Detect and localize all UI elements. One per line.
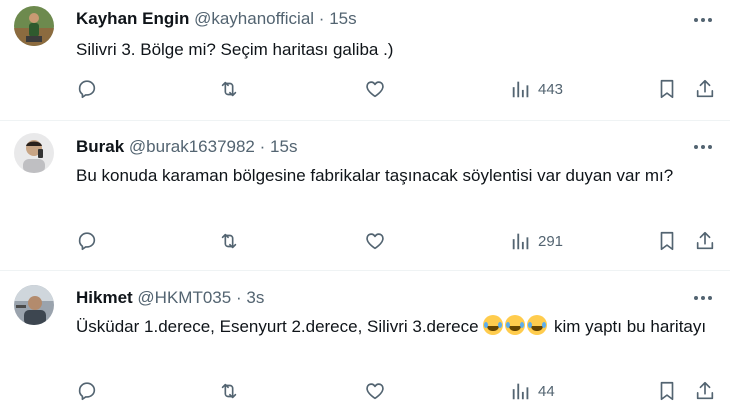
more-dots-icon[interactable] bbox=[692, 288, 714, 308]
retweet-icon bbox=[221, 81, 237, 97]
views-chart-icon bbox=[512, 81, 529, 98]
share-button[interactable] bbox=[694, 229, 716, 253]
share-button[interactable] bbox=[694, 77, 716, 101]
retweet-button[interactable] bbox=[218, 77, 240, 101]
views-chart-icon bbox=[512, 383, 529, 400]
tweet[interactable]: Burak @burak1637982 · 15s Bu konuda kara… bbox=[0, 120, 730, 270]
avatar[interactable] bbox=[14, 285, 54, 325]
retweet-button[interactable] bbox=[218, 229, 240, 253]
like-button[interactable] bbox=[364, 77, 386, 101]
separator-dot: · bbox=[235, 288, 242, 307]
face-with-tears-of-joy-emoji bbox=[483, 315, 504, 335]
tweet-text-part: Üsküdar 1.derece, Esenyurt 2.derece, Sil… bbox=[76, 317, 484, 336]
user-handle[interactable]: @kayhanofficial bbox=[194, 9, 314, 28]
heart-icon bbox=[366, 81, 384, 98]
display-name[interactable]: Kayhan Engin bbox=[76, 9, 189, 28]
avatar[interactable] bbox=[14, 6, 54, 46]
share-icon bbox=[696, 381, 714, 400]
bookmark-icon bbox=[660, 79, 674, 99]
retweet-button[interactable] bbox=[218, 379, 240, 403]
reply-icon bbox=[78, 382, 96, 401]
share-icon bbox=[696, 79, 714, 98]
separator-dot: · bbox=[259, 137, 266, 156]
tweet-actions: 443 bbox=[76, 77, 726, 101]
share-button[interactable] bbox=[694, 379, 716, 403]
retweet-icon bbox=[221, 233, 237, 249]
tweet[interactable]: Hikmet @HKMT035 · 3s Üsküdar 1.derece, E… bbox=[0, 270, 730, 420]
bookmark-icon bbox=[660, 381, 674, 401]
tweet-text-part: kim yaptı bu haritayı bbox=[549, 317, 707, 336]
reply-icon bbox=[78, 232, 96, 251]
bookmark-button[interactable] bbox=[656, 229, 678, 253]
tweet-text: Bu konuda karaman bölgesine fabrikalar t… bbox=[76, 166, 674, 185]
tweet[interactable]: Kayhan Engin @kayhanofficial · 15s Siliv… bbox=[0, 0, 730, 120]
avatar[interactable] bbox=[14, 133, 54, 173]
reply-button[interactable] bbox=[76, 77, 98, 101]
tweet-actions: 44 bbox=[76, 379, 726, 403]
bookmark-button[interactable] bbox=[656, 77, 678, 101]
more-dots-icon[interactable] bbox=[692, 137, 714, 157]
reply-button[interactable] bbox=[76, 379, 98, 403]
heart-icon bbox=[366, 233, 384, 250]
tweet-header: Hikmet @HKMT035 · 3s bbox=[76, 288, 264, 308]
face-with-tears-of-joy-emoji bbox=[505, 315, 526, 335]
views-chart-icon bbox=[512, 233, 529, 250]
views-button[interactable]: 44 bbox=[510, 379, 555, 403]
timestamp[interactable]: 15s bbox=[270, 137, 297, 156]
tweet-header: Burak @burak1637982 · 15s bbox=[76, 137, 297, 157]
display-name[interactable]: Hikmet bbox=[76, 288, 133, 307]
view-count: 44 bbox=[538, 382, 555, 400]
view-count: 443 bbox=[538, 80, 564, 98]
bookmark-icon bbox=[660, 231, 674, 251]
timestamp[interactable]: 15s bbox=[329, 9, 356, 28]
heart-icon bbox=[366, 383, 384, 400]
tweet-text: Silivri 3. Bölge mi? Seçim haritası gali… bbox=[76, 40, 394, 59]
like-button[interactable] bbox=[364, 229, 386, 253]
share-icon bbox=[696, 231, 714, 250]
like-button[interactable] bbox=[364, 379, 386, 403]
face-with-tears-of-joy-emoji bbox=[527, 315, 548, 335]
display-name[interactable]: Burak bbox=[76, 137, 124, 156]
retweet-icon bbox=[221, 383, 237, 399]
more-dots-icon[interactable] bbox=[692, 10, 714, 30]
views-button[interactable]: 443 bbox=[510, 77, 563, 101]
reply-button[interactable] bbox=[76, 229, 98, 253]
user-handle[interactable]: @burak1637982 bbox=[129, 137, 255, 156]
timestamp[interactable]: 3s bbox=[246, 288, 264, 307]
tweet-actions: 291 bbox=[76, 229, 726, 253]
views-button[interactable]: 291 bbox=[510, 229, 563, 253]
separator-dot: · bbox=[318, 9, 325, 28]
tweet-text: Üsküdar 1.derece, Esenyurt 2.derece, Sil… bbox=[76, 314, 716, 340]
tweet-header: Kayhan Engin @kayhanofficial · 15s bbox=[76, 9, 357, 29]
reply-icon bbox=[78, 80, 96, 99]
bookmark-button[interactable] bbox=[656, 379, 678, 403]
view-count: 291 bbox=[538, 232, 564, 250]
user-handle[interactable]: @HKMT035 bbox=[137, 288, 231, 307]
